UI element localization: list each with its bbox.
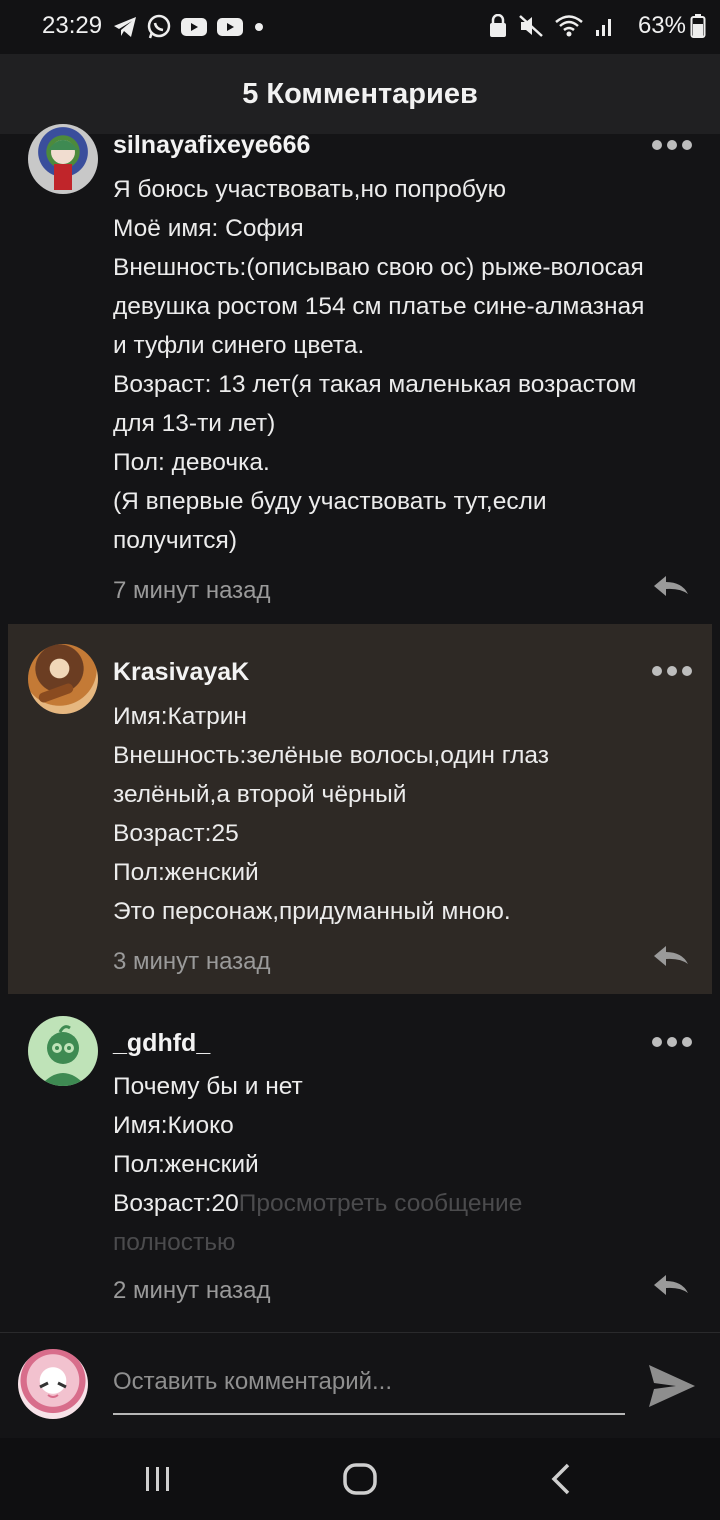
comment-line: Это персонаж,придуманный мною. [113,898,511,925]
comment-timestamp: 2 минут назад [113,1277,271,1304]
more-options-icon[interactable] [652,139,692,151]
signal-icon [596,19,611,36]
reply-icon[interactable] [652,944,690,968]
reply-icon[interactable] [652,574,690,598]
comment-line: Я боюсь участвовать,но попробую [113,176,506,203]
wifi-icon [555,15,583,37]
comment-line: Возраст: 13 лет(я такая маленькая возрас… [113,371,637,398]
comment-item: silnayafixeye666 Я боюсь участвовать,но … [0,124,720,622]
comment-line: Пол: девочка. [113,449,270,476]
status-time: 23:29 [42,12,103,39]
comment-line: Пол:женский [113,1151,259,1178]
reply-icon[interactable] [652,1273,690,1297]
comment-line: для 13-ти лет) [113,410,276,437]
battery-percent: 63% [637,12,686,39]
notification-icons [112,14,266,40]
home-icon[interactable] [342,1462,378,1496]
avatar[interactable] [28,1016,98,1086]
comment-line: и туфли синего цвета. [113,332,365,359]
comment-line: Пол:женский [113,859,259,886]
status-bar: 23:29 63% [0,0,720,54]
more-options-icon[interactable] [652,1036,692,1048]
view-full-message-link-cont[interactable]: полностью [113,1223,698,1262]
comment-text: Имя:Катрин Внешность:зелёные волосы,один… [113,697,698,931]
comment-line: Внешность:(описываю свою ос) рыже-волоса… [113,254,644,281]
comment-input[interactable]: Оставить комментарий... [113,1367,625,1415]
battery-icon [690,14,706,38]
youtube-icon [217,18,243,36]
avatar[interactable] [28,124,98,194]
back-icon[interactable] [548,1462,574,1496]
comment-username[interactable]: _gdhfd_ [113,1029,210,1058]
comment-text: Почему бы и нет Имя:Киоко Пол:женский Во… [113,1067,698,1262]
recent-apps-icon[interactable] [142,1464,174,1494]
user-avatar [18,1349,88,1419]
comment-line: получится) [113,527,237,554]
comment-composer: Оставить комментарий... [0,1332,720,1439]
comment-username[interactable]: silnayafixeye666 [113,131,310,160]
view-full-message-link[interactable]: Просмотреть сообщение [239,1190,523,1217]
send-icon[interactable] [646,1361,698,1411]
youtube-icon [181,18,207,36]
comment-line: Возраст:25 [113,820,239,847]
comment-item-highlighted: KrasivayaK Имя:Катрин Внешность:зелёные … [8,624,712,994]
comment-line-truncated: Возраст:20Просмотреть сообщение [113,1184,698,1223]
comment-line: Почему бы и нет [113,1073,303,1100]
more-options-icon[interactable] [652,665,692,677]
system-navigation-bar [0,1438,720,1520]
lock-icon [490,14,506,37]
mute-icon [519,15,543,37]
comment-line: Имя:Катрин [113,703,247,730]
comment-line-text: Возраст:20 [113,1190,239,1217]
page-title: 5 Комментариев [242,77,478,110]
system-icons [488,14,616,38]
comments-header: 5 Комментариев [0,54,720,134]
whatsapp-icon [147,14,171,39]
comment-timestamp: 3 минут назад [113,948,271,975]
comment-text: Я боюсь участвовать,но попробую Моё имя:… [113,170,698,560]
battery-indicator: 63% [638,12,706,40]
avatar[interactable] [28,644,98,714]
comment-username[interactable]: KrasivayaK [113,658,249,687]
comment-line: зелёный,а второй чёрный [113,781,407,808]
dot-icon [255,23,263,31]
comment-line: Внешность:зелёные волосы,один глаз [113,742,549,769]
comment-line: (Я впервые буду участвовать тут,если [113,488,547,515]
comment-timestamp: 7 минут назад [113,577,271,604]
comment-line: Имя:Киоко [113,1112,234,1139]
comment-line: Моё имя: София [113,215,304,242]
comment-item: _gdhfd_ Почему бы и нет Имя:Киоко Пол:же… [0,996,720,1330]
comment-line: девушка ростом 154 см платье сине-алмазн… [113,293,645,320]
telegram-icon [114,17,136,37]
